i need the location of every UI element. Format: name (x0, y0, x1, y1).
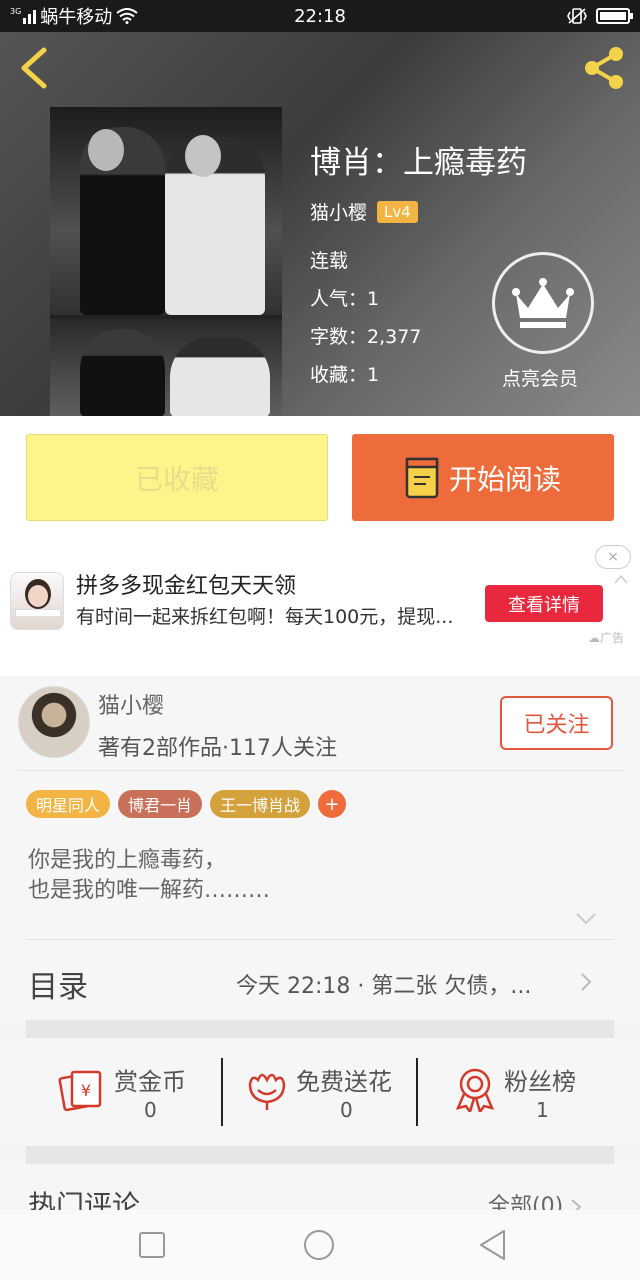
all-comments-link[interactable]: 全部(0) (488, 1188, 582, 1210)
divider (416, 1058, 418, 1126)
flower-value: 0 (340, 1098, 353, 1122)
flower-label: 免费送花 (296, 1068, 392, 1096)
back-nav-icon[interactable] (476, 1228, 510, 1262)
hot-comments-label: 热门评论 (28, 1189, 141, 1210)
ad-details-button[interactable]: 查看详情 (485, 585, 603, 622)
battery-icon (596, 8, 633, 24)
cloud-icon: ☁ (588, 631, 600, 645)
book-cover[interactable] (50, 107, 282, 416)
vibrate-icon (567, 8, 587, 24)
svg-text:¥: ¥ (81, 1081, 91, 1100)
popularity: 人气：1 (310, 288, 380, 310)
ad-banner[interactable]: 拼多多现金红包天天领 有时间一起来拆红包啊！每天100元，提现... 查看详情 … (0, 540, 640, 676)
clock: 22:18 (294, 5, 346, 27)
home-icon[interactable] (302, 1228, 336, 1262)
signal-icon: 3G (10, 7, 37, 24)
action-bar: 已收藏 开始阅读 (0, 416, 640, 540)
tag-item[interactable]: 博君一肖 (118, 790, 203, 818)
book-icon (405, 457, 439, 498)
start-reading-button[interactable]: 开始阅读 (352, 434, 614, 521)
chevron-down-icon[interactable] (575, 912, 597, 926)
fan-ranking-label: 粉丝榜 (504, 1068, 576, 1096)
add-tag-button[interactable]: + (318, 790, 347, 818)
share-icon[interactable] (580, 44, 628, 92)
back-icon[interactable] (16, 46, 52, 90)
vip-label[interactable]: 点亮会员 (502, 364, 578, 391)
reward-coin-icon: ¥ (58, 1070, 102, 1112)
start-reading-label: 开始阅读 (448, 462, 561, 496)
recent-apps-icon[interactable] (135, 1228, 169, 1262)
description-line: 你是我的上瘾毒药， (28, 848, 227, 873)
table-of-contents-row[interactable]: 目录 今天 22:18 · 第二张 欠债，... (0, 940, 640, 1020)
ad-description: 有时间一起来拆红包啊！每天100元，提现... (76, 606, 454, 628)
vip-button[interactable] (492, 252, 594, 354)
divider (18, 770, 623, 771)
favorites-count: 收藏：1 (310, 364, 380, 386)
crown-icon (512, 278, 574, 328)
fan-ranking-value: 1 (536, 1098, 549, 1122)
favorited-button[interactable]: 已收藏 (26, 434, 328, 521)
reward-coin-value: 0 (144, 1098, 157, 1122)
avatar[interactable] (18, 686, 90, 758)
serial-status: 连载 (310, 250, 349, 272)
ad-close-button[interactable]: × (595, 545, 631, 569)
tag-item[interactable]: 明星同人 (26, 790, 111, 818)
chevron-up-icon[interactable] (614, 574, 628, 584)
following-button[interactable]: 已关注 (500, 696, 613, 750)
wifi-icon (116, 8, 138, 24)
flower-stat[interactable]: 免费送花 0 (244, 1058, 414, 1128)
word-count: 字数：2,377 (310, 326, 422, 348)
author-name[interactable]: 猫小樱 (98, 688, 164, 720)
close-icon: × (607, 549, 619, 565)
flower-icon (248, 1073, 286, 1110)
status-bar: 3G 蜗牛移动 22:18 (0, 0, 640, 32)
fan-ranking-stat[interactable]: 粉丝榜 1 (452, 1058, 602, 1128)
section-separator (26, 1020, 614, 1038)
system-nav-bar (0, 1210, 640, 1280)
carrier-name: 蜗牛移动 (40, 7, 113, 28)
chevron-right-icon (571, 1199, 582, 1210)
medal-icon (455, 1068, 495, 1112)
tag-list: 明星同人 博君一肖 王一博肖战 + (26, 790, 347, 818)
ad-title: 拼多多现金红包天天领 (76, 574, 297, 599)
book-description: 你是我的上瘾毒药， 也是我的唯一解药……… (28, 846, 270, 906)
ad-thumbnail (10, 572, 64, 630)
all-comments-label: 全部(0) (488, 1194, 564, 1210)
description-line: 也是我的唯一解药……… (28, 878, 271, 903)
section-separator (26, 1146, 614, 1164)
stats-row: ¥ 赏金币 0 免费送花 0 粉丝榜 1 (0, 1038, 640, 1146)
reward-coin-label: 赏金币 (114, 1068, 186, 1096)
book-author[interactable]: 猫小樱 (310, 198, 367, 225)
book-title: 博肖：上瘾毒药 (310, 145, 527, 181)
author-level-badge: Lv4 (377, 200, 418, 223)
ad-label-text: 广告 (600, 631, 625, 645)
ad-label: ☁广告 (588, 629, 624, 646)
divider (221, 1058, 223, 1126)
tag-item[interactable]: 王一博肖战 (210, 790, 311, 818)
chevron-right-icon (581, 973, 592, 991)
reward-coin-stat[interactable]: ¥ 赏金币 0 (58, 1058, 208, 1128)
latest-chapter: 今天 22:18 · 第二张 欠债，... (236, 974, 532, 999)
hot-comments-header[interactable]: 热门评论 全部(0) (0, 1164, 640, 1210)
toc-label: 目录 (28, 970, 88, 1005)
author-stats: 著有2部作品·117人关注 (98, 736, 337, 761)
network-type: 3G (10, 7, 22, 16)
book-header: 博肖：上瘾毒药 猫小樱 Lv4 连载 人气：1 字数：2,377 收藏：1 点亮… (0, 32, 640, 416)
